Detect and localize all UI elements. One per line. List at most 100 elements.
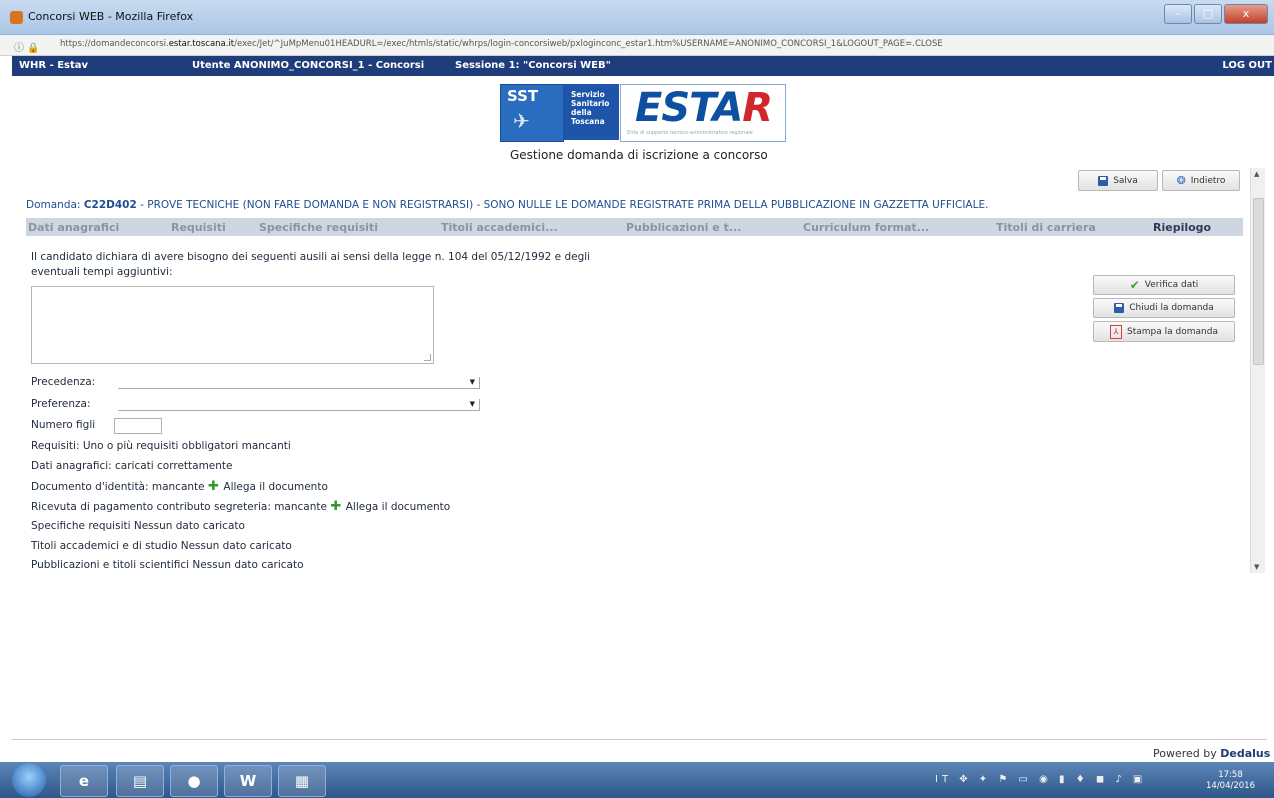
powered-by-text: Powered by <box>1153 747 1217 760</box>
dropdown-arrow-icon: ▼ <box>469 400 475 408</box>
tab-titoli-accademici[interactable]: Titoli accademici... <box>441 221 558 234</box>
verifica-label: Verifica dati <box>1144 280 1199 290</box>
ausili-text-2: eventuali tempi aggiuntivi: <box>31 266 173 278</box>
back-button[interactable]: ❂ Indietro <box>1162 170 1240 191</box>
preferenza-label: Preferenza: <box>31 398 91 410</box>
save-button-label: Salva <box>1113 175 1138 186</box>
ricevuta-text: Ricevuta di pagamento contributo segrete… <box>31 501 327 513</box>
clock[interactable]: 17:58 14/04/2016 <box>1206 770 1255 792</box>
numero-figli-label: Numero figli <box>31 419 96 431</box>
window-controls: – □ x <box>1162 4 1268 24</box>
page-scrollbar[interactable]: ▲ ▼ <box>1250 168 1265 573</box>
lock-icon: ⓘ 🔒 <box>14 43 40 54</box>
tab-requisiti[interactable]: Requisiti <box>171 221 226 234</box>
tab-curriculum[interactable]: Curriculum format... <box>803 221 929 234</box>
ausili-text-1: Il candidato dichiara di avere bisogno d… <box>31 251 591 263</box>
bird-icon: ✈ <box>513 109 530 133</box>
powered-by: Powered by Dedalus <box>1153 747 1270 760</box>
status-titoli: Titoli accademici e di studio Nessun dat… <box>31 540 292 552</box>
clock-time: 17:58 <box>1218 770 1243 780</box>
precedenza-label: Precedenza: <box>31 376 96 388</box>
domanda-label: Domanda: <box>26 199 81 211</box>
status-specifiche: Specifiche requisiti Nessun dato caricat… <box>31 520 245 532</box>
app-name: WHR - Estav <box>19 60 89 71</box>
powered-by-brand: Dedalus <box>1220 747 1271 760</box>
back-button-label: Indietro <box>1190 175 1226 186</box>
tab-dati-anagrafici[interactable]: Dati anagrafici <box>28 221 119 234</box>
ausili-textarea[interactable] <box>31 286 434 364</box>
scroll-up-icon[interactable]: ▲ <box>1254 170 1259 178</box>
chiudi-domanda-button[interactable]: Chiudi la domanda <box>1093 298 1235 318</box>
url-rest: /exec/Jet/^JuMpMenu01HEADURL=/exec/htmls… <box>234 39 943 49</box>
folder-icon[interactable]: ▤ <box>116 765 164 797</box>
back-icon: ❂ <box>1176 174 1186 187</box>
tab-specifiche-requisiti[interactable]: Specifiche requisiti <box>259 221 378 234</box>
page-subtitle: Gestione domanda di iscrizione a concors… <box>510 148 768 162</box>
sst-logo: SST ✈ <box>500 84 564 142</box>
preferenza-select[interactable]: ▼ <box>118 399 480 411</box>
maximize-button[interactable]: □ <box>1194 4 1222 24</box>
domanda-text: - PROVE TECNICHE (NON FARE DOMANDA E NON… <box>140 199 989 211</box>
footer-divider <box>12 739 1267 740</box>
plus-icon[interactable]: ✚ <box>330 499 345 514</box>
word-icon[interactable]: W <box>224 765 272 797</box>
allega-ricevuta-link[interactable]: Allega il documento <box>346 501 451 513</box>
documento-text: Documento d'identità: mancante <box>31 481 205 493</box>
ie-icon[interactable]: e <box>60 765 108 797</box>
sst-line-4: Toscana <box>571 117 605 126</box>
user-info: Utente ANONIMO_CONCORSI_1 - Concorsi <box>192 60 425 71</box>
clock-date: 14/04/2016 <box>1206 781 1255 791</box>
pdf-icon: ⅄ <box>1110 324 1123 339</box>
status-pubblicazioni: Pubblicazioni e titoli scientifici Nessu… <box>31 559 304 568</box>
estar-logo-r: R <box>742 85 773 131</box>
stampa-domanda-button[interactable]: ⅄ Stampa la domanda <box>1093 321 1235 342</box>
status-requisiti: Requisiti: Uno o più requisiti obbligato… <box>31 440 291 452</box>
allega-documento-link[interactable]: Allega il documento <box>223 481 328 493</box>
tab-titoli-carriera[interactable]: Titoli di carriera <box>996 221 1096 234</box>
sst-line-2: Sanitario <box>571 99 610 108</box>
session-info: Sessione 1: "Concorsi WEB" <box>455 60 611 71</box>
chiudi-label: Chiudi la domanda <box>1129 303 1214 313</box>
save-button[interactable]: Salva <box>1078 170 1158 191</box>
firefox-icon <box>10 11 23 24</box>
floppy-icon <box>1098 175 1109 186</box>
system-tray[interactable]: IT ✥ ✦ ⚑ ▭ ◉ ▮ ♦ ◼ ♪ ▣ <box>935 774 1146 785</box>
app-taskbar-icon[interactable]: ▦ <box>278 765 326 797</box>
url-text[interactable]: https://domandeconcorsi.estar.toscana.it… <box>60 39 943 49</box>
estar-logo: ESTAR Ente di supporto tecnico-amministr… <box>620 84 786 142</box>
precedenza-select[interactable]: ▼ <box>118 377 480 389</box>
domanda-code: C22D402 <box>83 199 137 211</box>
language-indicator[interactable]: IT <box>935 774 952 785</box>
start-button[interactable] <box>12 763 46 797</box>
url-bar[interactable]: ⓘ 🔒 https://domandeconcorsi.estar.toscan… <box>0 35 1274 56</box>
url-domain: estar.toscana.it <box>168 39 235 49</box>
sst-line-3: della <box>571 108 592 117</box>
window-titlebar[interactable]: Concorsi WEB - Mozilla Firefox – □ x <box>0 0 1274 35</box>
sst-name-box: Servizio Sanitario della Toscana <box>563 84 619 140</box>
numero-figli-input[interactable] <box>114 418 162 434</box>
check-icon: ✔ <box>1129 278 1140 292</box>
firefox-taskbar-icon[interactable]: ● <box>170 765 218 797</box>
scroll-thumb[interactable] <box>1253 198 1264 365</box>
estar-logo-sub: Ente di supporto tecnico-amministrativo … <box>627 130 753 136</box>
verifica-dati-button[interactable]: ✔ Verifica dati <box>1093 275 1235 295</box>
tab-riepilogo[interactable]: Riepilogo <box>1153 221 1211 234</box>
status-ricevuta: Ricevuta di pagamento contributo segrete… <box>31 499 450 514</box>
close-button[interactable]: x <box>1224 4 1268 24</box>
tab-pubblicazioni[interactable]: Pubblicazioni e t... <box>626 221 741 234</box>
tab-bar: Dati anagrafici Requisiti Specifiche req… <box>26 218 1243 236</box>
stampa-label: Stampa la domanda <box>1127 326 1218 337</box>
plus-icon[interactable]: ✚ <box>208 479 223 494</box>
sst-logo-text: SST <box>507 87 539 105</box>
estar-logo-main: ESTA <box>635 85 743 131</box>
minimize-button[interactable]: – <box>1164 4 1192 24</box>
app-header: WHR - Estav Utente ANONIMO_CONCORSI_1 - … <box>12 56 1274 76</box>
floppy-icon <box>1114 303 1125 313</box>
window-title: Concorsi WEB - Mozilla Firefox <box>28 10 194 23</box>
status-documento: Documento d'identità: mancante ✚ Allega … <box>31 479 328 494</box>
status-dati-anagrafici: Dati anagrafici: caricati correttamente <box>31 460 233 472</box>
logout-link[interactable]: LOG OUT <box>1222 60 1272 71</box>
domanda-line: Domanda: C22D402 - PROVE TECNICHE (NON F… <box>26 199 988 211</box>
scroll-down-icon[interactable]: ▼ <box>1254 563 1259 571</box>
sst-line-1: Servizio <box>571 90 605 99</box>
